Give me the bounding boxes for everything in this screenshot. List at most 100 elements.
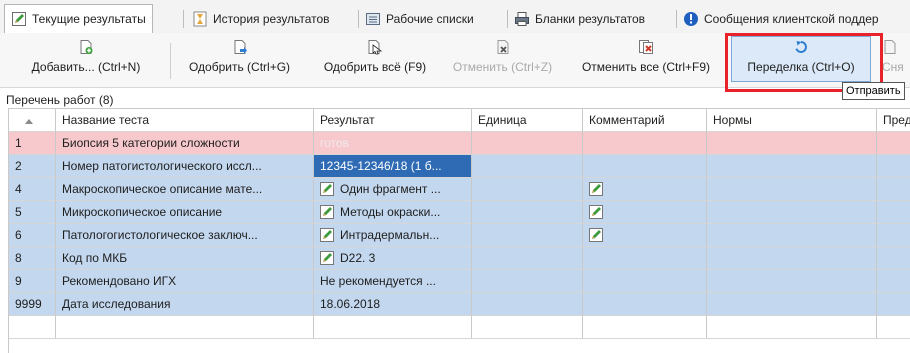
approve-all-button[interactable]: Одобрить всё (F9) <box>313 37 437 81</box>
table-row[interactable]: 5 Микроскопическое описание Методы окраски… <box>9 201 910 224</box>
add-button[interactable]: Добавить... (Ctrl+N) <box>4 37 168 81</box>
tab-label: История результатов <box>213 12 330 26</box>
result-cell[interactable]: 12345-12346/18 (1 б... <box>314 155 472 178</box>
header-norms[interactable]: Нормы <box>707 109 877 132</box>
cancel-all-button-label: Отменить все (Ctrl+F9) <box>581 60 711 74</box>
tab-label: Бланки результатов <box>535 12 646 26</box>
unit-cell[interactable] <box>472 293 583 316</box>
pencil-note-icon <box>11 11 27 27</box>
row-number: 9999 <box>9 293 56 316</box>
row-number: 5 <box>9 201 56 224</box>
comment-note-icon <box>589 181 603 196</box>
table-row[interactable]: 9 Рекомендовано ИГХ Не рекомендуется ... <box>9 270 910 293</box>
test-name-cell: Код по МКБ <box>56 247 314 270</box>
prev-cell <box>877 201 910 224</box>
add-document-icon <box>78 39 94 55</box>
tab-result-forms[interactable]: Бланки результатов <box>508 7 651 31</box>
header-number[interactable] <box>9 109 56 132</box>
norms-cell <box>707 247 877 270</box>
result-cell[interactable]: готов <box>314 132 472 155</box>
tab-worklists[interactable]: Рабочие списки <box>359 7 480 31</box>
empty-row <box>9 316 910 339</box>
remove-button[interactable]: Сня <box>882 37 910 81</box>
comment-cell[interactable] <box>583 270 707 293</box>
unit-cell[interactable] <box>472 270 583 293</box>
test-name-cell: Микроскопическое описание <box>56 201 314 224</box>
prev-cell <box>877 247 910 270</box>
unit-cell[interactable] <box>472 201 583 224</box>
unit-cell[interactable] <box>472 224 583 247</box>
comment-cell[interactable] <box>583 293 707 316</box>
row-number: 9 <box>9 270 56 293</box>
tab-label: Текущие результаты <box>32 12 146 26</box>
prev-cell <box>877 293 910 316</box>
edit-note-icon <box>320 227 334 242</box>
table-row[interactable]: 9999 Дата исследования 18.06.2018 <box>9 293 910 316</box>
test-name-cell: Номер патогистологического иссл... <box>56 155 314 178</box>
table-row[interactable]: 2 Номер патогистологического иссл... 12345… <box>9 155 910 178</box>
norms-cell <box>707 270 877 293</box>
header-comment[interactable]: Комментарий <box>583 109 707 132</box>
unit-cell[interactable] <box>472 132 583 155</box>
table-row[interactable]: 6 Патологогистологическое заключ... Интрад… <box>9 224 910 247</box>
result-text: Один фрагмент ... <box>340 182 441 196</box>
comment-cell[interactable] <box>583 224 707 247</box>
header-result[interactable]: Результат <box>314 109 472 132</box>
comment-cell[interactable] <box>583 201 707 224</box>
cancel-all-button[interactable]: Отменить все (Ctrl+F9) <box>571 37 721 81</box>
remove-document-icon <box>882 39 898 55</box>
result-cell[interactable]: Не рекомендуется ... <box>314 270 472 293</box>
norms-cell <box>707 201 877 224</box>
cancel-button-label: Отменить (Ctrl+Z) <box>452 60 553 74</box>
result-cell[interactable]: Интрадермальн... <box>314 224 472 247</box>
norms-cell <box>707 178 877 201</box>
table-row[interactable]: 4 Макроскопическое описание мате... Один ф… <box>9 178 910 201</box>
unit-cell[interactable] <box>472 178 583 201</box>
norms-cell <box>707 293 877 316</box>
result-cell[interactable]: D22. 3 <box>314 247 472 270</box>
tab-results-history[interactable]: История результатов <box>186 7 336 31</box>
results-grid: Название теста Результат Единица Коммент… <box>8 108 910 353</box>
comment-cell[interactable] <box>583 178 707 201</box>
comment-cell[interactable] <box>583 132 707 155</box>
edit-note-icon <box>320 204 334 219</box>
result-text: Не рекомендуется ... <box>320 274 436 288</box>
approve-button[interactable]: Одобрить (Ctrl+G) <box>171 37 308 81</box>
cancel-all-icon <box>638 39 654 55</box>
comment-cell[interactable] <box>583 247 707 270</box>
result-cell[interactable]: Один фрагмент ... <box>314 178 472 201</box>
tab-label: Сообщения клиентской поддер <box>704 12 879 26</box>
header-prev[interactable]: Пред <box>877 109 910 132</box>
work-list-caption: Перечень работ (8) <box>6 93 114 107</box>
approve-all-icon <box>367 39 383 55</box>
result-text: 12345-12346/18 (1 б... <box>320 159 442 173</box>
header-unit[interactable]: Единица <box>472 109 583 132</box>
tab-support-messages[interactable]: Сообщения клиентской поддер <box>677 7 885 31</box>
result-text: 18.06.2018 <box>320 297 381 311</box>
header-test-name[interactable]: Название теста <box>56 109 314 132</box>
result-cell[interactable]: Методы окраски... <box>314 201 472 224</box>
test-name-cell: Макроскопическое описание мате... <box>56 178 314 201</box>
tab-current-results[interactable]: Текущие результаты <box>4 4 153 34</box>
cancel-button[interactable]: Отменить (Ctrl+Z) <box>440 37 565 81</box>
tab-strip: Текущие результаты История результатов Р… <box>0 0 910 34</box>
tab-divider <box>183 10 184 28</box>
result-text: D22. 3 <box>340 251 376 265</box>
cancel-document-icon <box>495 39 511 55</box>
norms-cell <box>707 224 877 247</box>
add-button-label: Добавить... (Ctrl+N) <box>31 60 141 74</box>
row-number: 2 <box>9 155 56 178</box>
hourglass-icon <box>192 11 208 27</box>
table-row[interactable]: 8 Код по МКБ D22. 3 <box>9 247 910 270</box>
test-name-cell: Дата исследования <box>56 293 314 316</box>
comment-cell[interactable] <box>583 155 707 178</box>
printer-icon <box>514 11 530 27</box>
unit-cell[interactable] <box>472 247 583 270</box>
result-cell[interactable]: 18.06.2018 <box>314 293 472 316</box>
test-name-cell: Рекомендовано ИГХ <box>56 270 314 293</box>
prev-cell <box>877 178 910 201</box>
table-row[interactable]: 1 Биопсия 5 категории сложности готов <box>9 132 910 155</box>
result-text: Интрадермальн... <box>340 228 440 242</box>
unit-cell[interactable] <box>472 155 583 178</box>
norms-cell <box>707 132 877 155</box>
